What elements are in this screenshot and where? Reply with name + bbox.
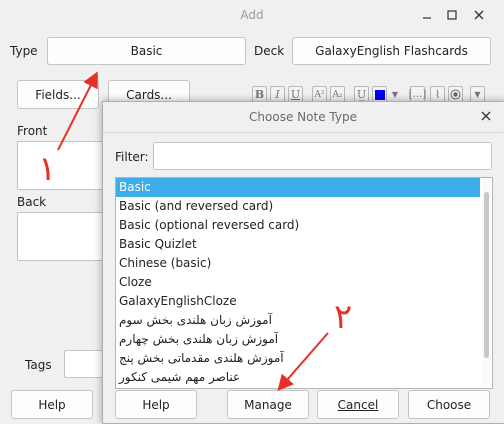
annotation-label-two: ٢ xyxy=(334,297,353,337)
annotation-overlay xyxy=(57,71,329,392)
arrow-one xyxy=(57,71,98,151)
annotation-label-one: ١ xyxy=(38,149,57,189)
arrow-two xyxy=(277,332,329,392)
